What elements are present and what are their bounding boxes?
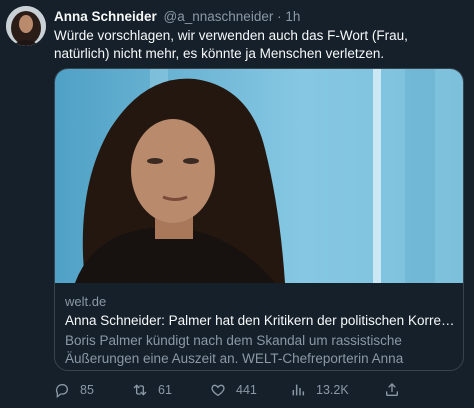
card-description: Boris Palmer kündigt nach dem Skandal um… — [65, 333, 404, 370]
card-domain: welt.de — [65, 294, 107, 309]
reply-count: 85 — [80, 383, 94, 397]
timestamp[interactable]: 1h — [285, 9, 300, 24]
like-button[interactable]: 441 — [210, 380, 257, 400]
separator-dot: · — [277, 9, 282, 24]
card-body: welt.de Anna Schneider: Palmer hat den K… — [55, 284, 463, 370]
reply-button[interactable]: 85 — [54, 380, 94, 400]
like-count: 441 — [236, 383, 257, 397]
views-count: 13.2K — [316, 383, 349, 397]
tweet-header: Anna Schneider @a_nnaschneider · 1h — [54, 9, 300, 24]
share-icon — [386, 383, 398, 396]
retweet-count: 61 — [158, 383, 172, 397]
views-icon — [292, 384, 305, 396]
reply-icon — [55, 383, 68, 398]
action-bar: 85 61 441 13.2K — [54, 380, 464, 400]
share-button[interactable] — [384, 380, 410, 400]
retweet-icon — [133, 384, 147, 396]
card-image[interactable] — [55, 69, 463, 283]
tweet-text: Würde vorschlagen, wir verwenden auch da… — [54, 28, 408, 61]
retweet-button[interactable]: 61 — [132, 380, 172, 400]
avatar[interactable] — [6, 6, 46, 46]
card-title[interactable]: Anna Schneider: Palmer hat den Kritikern… — [65, 312, 455, 330]
views-button[interactable]: 13.2K — [290, 380, 349, 400]
author-handle[interactable]: @a_nnaschneider — [164, 9, 274, 24]
like-icon — [211, 384, 225, 397]
author-name[interactable]: Anna Schneider — [54, 9, 157, 24]
link-preview-card[interactable]: welt.de Anna Schneider: Palmer hat den K… — [54, 68, 464, 371]
